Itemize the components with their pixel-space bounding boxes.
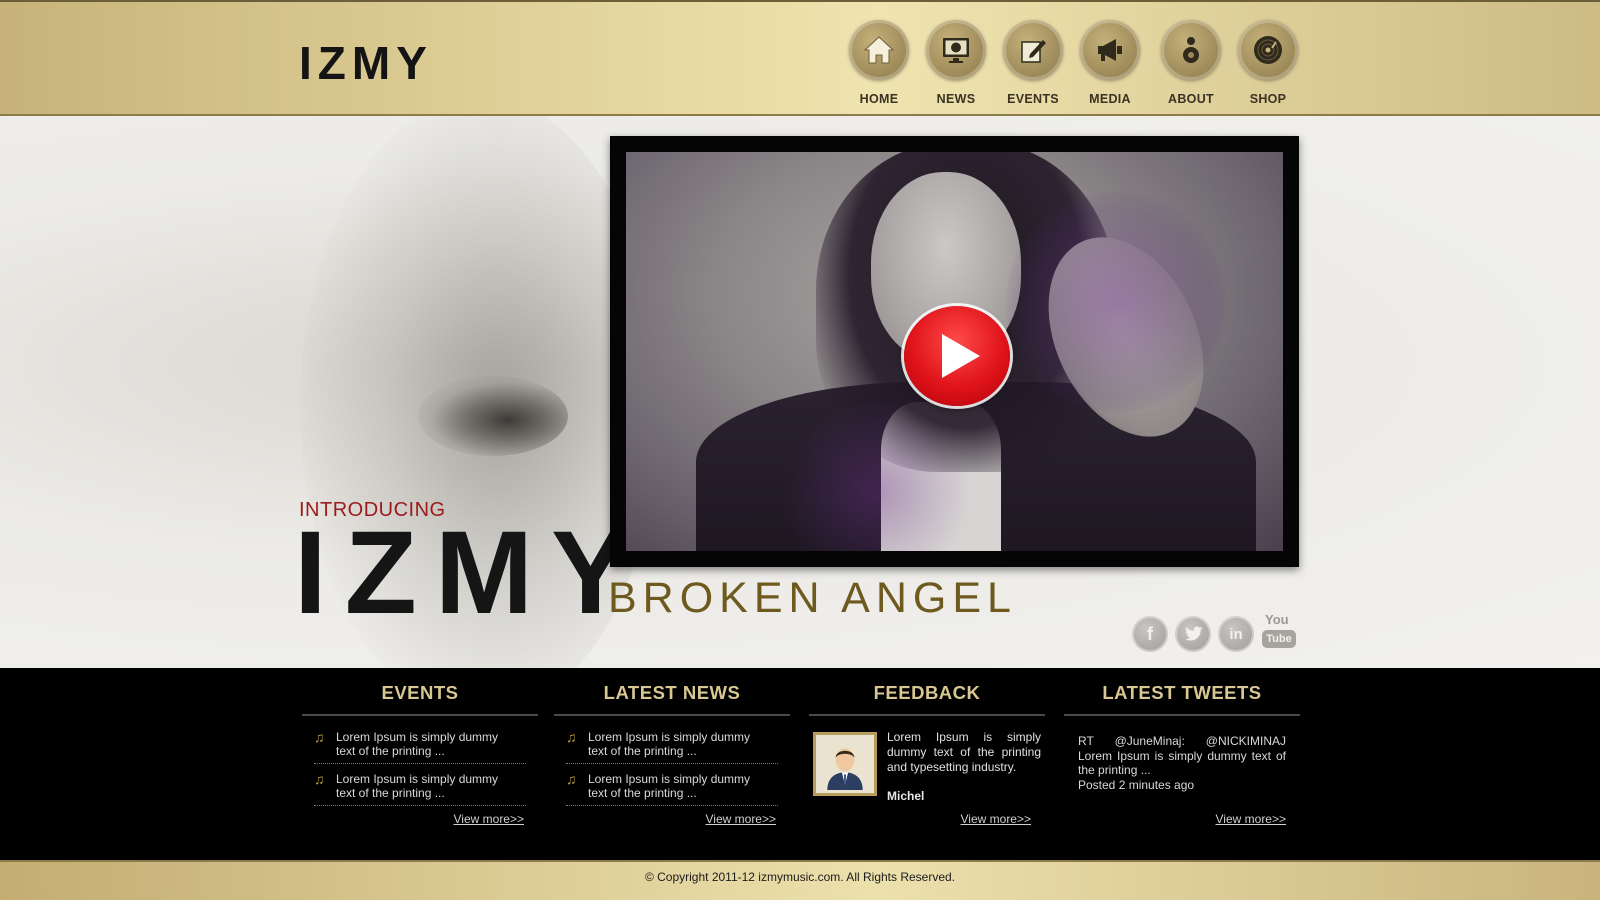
hero-subtitle: BROKEN ANGEL: [608, 574, 1017, 622]
feedback-author: Michel: [887, 789, 925, 803]
events-title: EVENTS: [302, 682, 538, 716]
info-section: EVENTS ♫ Lorem Ipsum is simply dummy tex…: [0, 668, 1600, 860]
news-title: LATEST NEWS: [554, 682, 790, 716]
tweet-text: RT @JuneMinaj: @NICKIMINAJ Lorem Ipsum i…: [1078, 734, 1286, 792]
hero-title: IZMY: [294, 507, 648, 639]
vinyl-record-icon[interactable]: [1238, 20, 1298, 80]
event-text: Lorem Ipsum is simply dummy text of the …: [336, 730, 499, 758]
play-button[interactable]: [904, 306, 1010, 406]
hero-background-eye: [418, 376, 568, 456]
events-view-more-link[interactable]: View more>>: [454, 812, 524, 826]
feedback-title: FEEDBACK: [809, 682, 1045, 716]
site-footer: © Copyright 2011-12 izmymusic.com. All R…: [0, 860, 1600, 900]
youtube-you-text: You: [1265, 612, 1289, 627]
music-note-icon: ♫: [566, 771, 577, 787]
video-player[interactable]: [610, 136, 1299, 567]
list-item[interactable]: ♫ Lorem Ipsum is simply dummy text of th…: [314, 716, 526, 764]
event-text: Lorem Ipsum is simply dummy text of the …: [336, 772, 499, 800]
list-item[interactable]: ♫ Lorem Ipsum is simply dummy text of th…: [314, 764, 526, 806]
feedback-column: FEEDBACK Lorem Ipsum is simply dummy tex…: [809, 682, 1045, 842]
speaker-icon[interactable]: [1161, 20, 1221, 80]
copyright-text: © Copyright 2011-12 izmymusic.com. All R…: [644, 870, 956, 884]
news-column: LATEST NEWS ♫ Lorem Ipsum is simply dumm…: [554, 682, 790, 826]
nav-media-label: MEDIA: [1089, 92, 1131, 106]
tweet-body: RT @JuneMinaj: @NICKIMINAJ Lorem Ipsum i…: [1078, 734, 1286, 777]
lens-flare: [1006, 192, 1226, 412]
events-column: EVENTS ♫ Lorem Ipsum is simply dummy tex…: [302, 682, 538, 826]
nav-shop[interactable]: SHOP: [1223, 20, 1313, 106]
nav-media[interactable]: MEDIA: [1065, 20, 1155, 106]
news-text: Lorem Ipsum is simply dummy text of the …: [588, 730, 751, 758]
nav-shop-label: SHOP: [1249, 92, 1287, 106]
facebook-glyph: f: [1147, 623, 1153, 644]
linkedin-glyph: in: [1229, 625, 1243, 643]
list-item[interactable]: ♫ Lorem Ipsum is simply dummy text of th…: [566, 764, 778, 806]
tweets-title: LATEST TWEETS: [1064, 682, 1300, 716]
linkedin-icon[interactable]: in: [1218, 616, 1254, 652]
youtube-tube-text: Tube: [1262, 630, 1296, 648]
music-note-icon: ♫: [566, 729, 577, 745]
youtube-icon[interactable]: You Tube: [1262, 612, 1298, 652]
user-avatar-icon: [827, 748, 863, 790]
tweet-posted-time: Posted 2 minutes ago: [1078, 777, 1195, 792]
edit-note-icon[interactable]: [1003, 20, 1063, 80]
news-text: Lorem Ipsum is simply dummy text of the …: [588, 772, 751, 800]
feedback-view-more-link[interactable]: View more>>: [961, 812, 1031, 826]
feedback-text: Lorem Ipsum is simply dummy text of the …: [887, 730, 1041, 774]
music-note-icon: ♫: [314, 771, 325, 787]
facebook-icon[interactable]: f: [1132, 616, 1168, 652]
site-logo[interactable]: IZMY: [299, 36, 433, 90]
avatar: [813, 732, 877, 796]
site-header: IZMY HOME NEWS EVENTS MEDIA ABOUT SHOP: [0, 0, 1600, 116]
list-item[interactable]: ♫ Lorem Ipsum is simply dummy text of th…: [566, 716, 778, 764]
twitter-icon[interactable]: [1175, 616, 1211, 652]
hero-banner: INTRODUCING IZMY BROKEN ANGEL f in You T…: [0, 116, 1600, 668]
tweets-column: LATEST TWEETS RT @JuneMinaj: @NICKIMINAJ…: [1064, 682, 1300, 842]
video-thumbnail[interactable]: [626, 152, 1283, 551]
monitor-globe-icon[interactable]: [926, 20, 986, 80]
tweets-view-more-link[interactable]: View more>>: [1216, 812, 1286, 826]
music-note-icon: ♫: [314, 729, 325, 745]
home-icon[interactable]: [849, 20, 909, 80]
news-view-more-link[interactable]: View more>>: [706, 812, 776, 826]
play-icon: [942, 334, 980, 378]
megaphone-icon[interactable]: [1080, 20, 1140, 80]
